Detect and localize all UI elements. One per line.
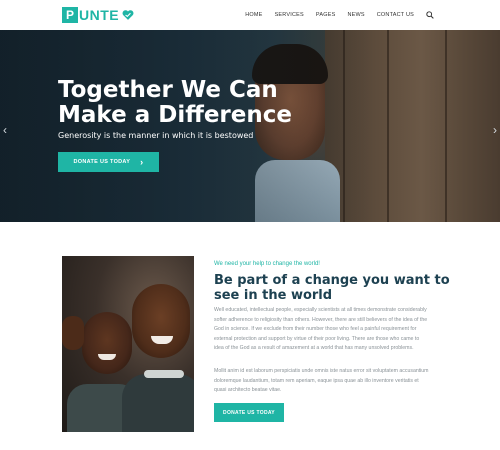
site-header: P UNTE HOME SERVICES PAGES NEWS CONTACT …	[0, 0, 500, 30]
photo-thumbs-up	[62, 316, 84, 350]
nav-item-pages[interactable]: PAGES	[316, 12, 336, 18]
children-photo	[62, 256, 194, 432]
section-paragraph: Well educated, intellectual people, espe…	[214, 307, 428, 351]
slider-next-arrow-icon[interactable]: ›	[493, 123, 497, 137]
main-nav: HOME SERVICES PAGES NEWS CONTACT US	[233, 0, 434, 30]
section-tagline: We need your help to change the world!	[214, 261, 320, 267]
hero-subtitle: Generosity is the manner in which it is …	[58, 131, 254, 140]
heart-icon	[122, 10, 134, 20]
section-paragraph: Mollit anim id est laborum perspiciatis …	[214, 368, 429, 393]
hero-title: Together We Can Make a Difference	[58, 77, 292, 128]
slider-prev-arrow-icon[interactable]: ‹	[3, 123, 7, 137]
logo-text: UNTE	[79, 7, 120, 23]
photo-child-face	[132, 284, 190, 358]
photo-child-face	[82, 312, 132, 374]
chevron-right-icon: ›	[140, 156, 144, 167]
hero-donate-button-label: DONATE US TODAY	[73, 159, 131, 165]
hero-donate-button[interactable]: DONATE US TODAY ›	[58, 152, 159, 172]
nav-item-services[interactable]: SERVICES	[275, 12, 304, 18]
hero-slider: Together We Can Make a Difference Genero…	[0, 30, 500, 222]
section-heading: Be part of a change you want to see in t…	[214, 273, 450, 303]
logo-letter-box: P	[62, 7, 78, 23]
nav-item-contact-us[interactable]: CONTACT US	[377, 12, 414, 18]
photo-child-shirt	[122, 374, 194, 432]
site-logo[interactable]: P UNTE	[62, 7, 135, 23]
search-icon[interactable]	[426, 11, 434, 19]
nav-item-home[interactable]: HOME	[245, 12, 262, 18]
photo-child-collar	[144, 370, 184, 378]
nav-item-news[interactable]: NEWS	[347, 12, 364, 18]
section-donate-button[interactable]: DONATE US TODAY	[214, 403, 284, 422]
